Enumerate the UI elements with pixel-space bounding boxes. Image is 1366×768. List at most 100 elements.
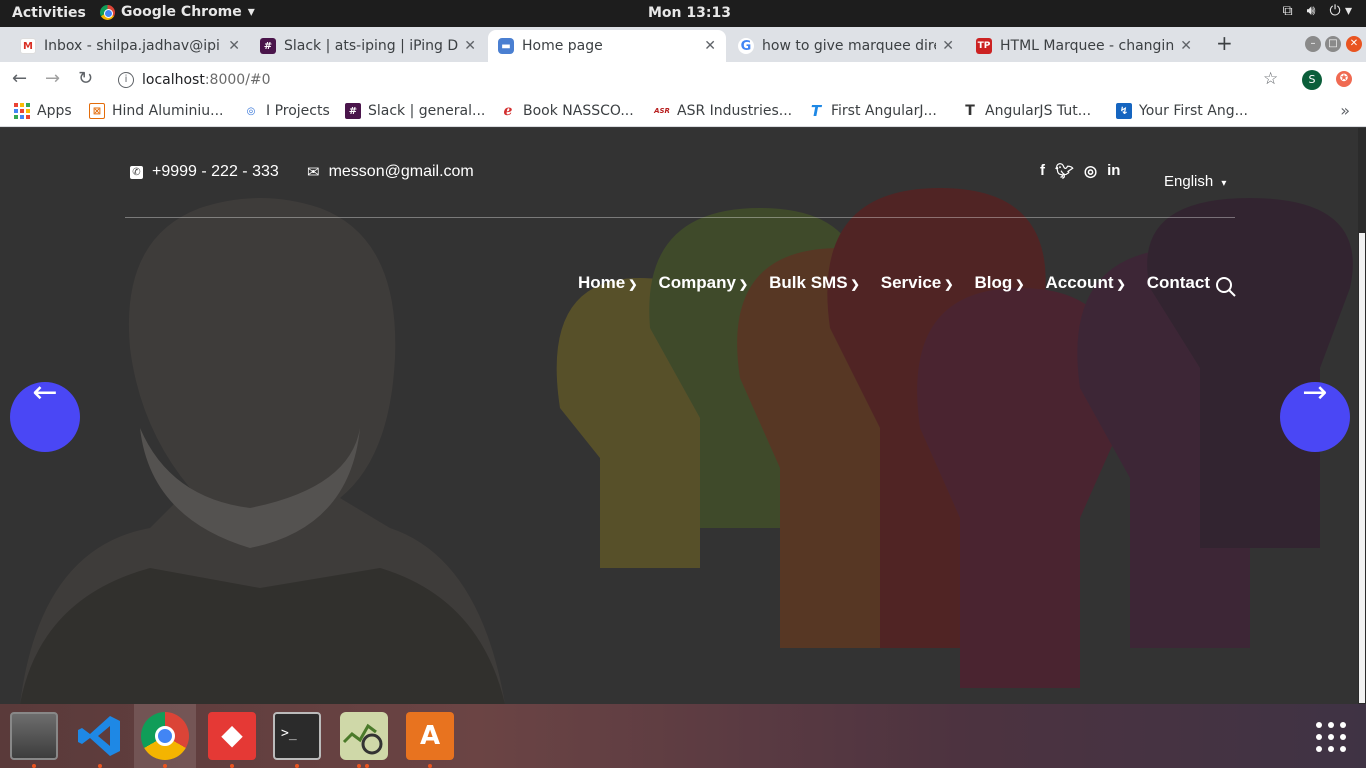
arrow-left-icon: ← — [32, 375, 58, 410]
back-icon[interactable]: ← — [12, 68, 27, 89]
app-menu[interactable]: Google Chrome ▾ — [100, 4, 255, 20]
anydesk-icon[interactable]: ◆ — [208, 712, 256, 760]
bookmark-asr-industries[interactable]: ASR ASR Industries... — [654, 103, 792, 119]
running-indicator — [295, 764, 299, 768]
bookmark-favicon: ⊠ — [89, 103, 105, 119]
close-window-icon[interactable]: ✕ — [1346, 36, 1362, 52]
profile-avatar[interactable]: S — [1302, 70, 1322, 90]
bookmark-apps[interactable]: Apps — [14, 103, 72, 119]
slider-next-button[interactable]: → — [1280, 375, 1350, 452]
bookmark-i-projects[interactable]: ◎ I Projects — [243, 103, 330, 119]
header-phone[interactable]: ✆ +9999 - 222 - 333 — [130, 163, 279, 181]
nav-bulk-sms[interactable]: Bulk SMS ❯ — [769, 273, 860, 293]
bookmark-label: I Projects — [266, 103, 330, 119]
language-label: English — [1164, 173, 1214, 190]
nav-contact[interactable]: Contact — [1147, 273, 1210, 293]
twitter-icon[interactable]: 🐦︎ — [1055, 162, 1074, 180]
nav-blog[interactable]: Blog ❯ — [974, 273, 1024, 293]
bookmark-your-first-angular[interactable]: ↯ Your First Ang... — [1116, 103, 1248, 119]
activities-button[interactable]: Activities — [12, 5, 86, 21]
close-icon[interactable]: ✕ — [228, 38, 240, 54]
more-bookmarks-icon[interactable]: » — [1340, 101, 1350, 120]
chevron-down-icon: ❯ — [1015, 279, 1025, 291]
arrow-right-icon: → — [1302, 375, 1328, 410]
gmail-icon: M — [20, 38, 36, 54]
reload-icon[interactable]: ↻ — [78, 68, 93, 89]
bookmark-label: Hind Aluminiu... — [112, 103, 224, 119]
nav-service[interactable]: Service ❯ — [881, 273, 954, 293]
instagram-icon[interactable]: ◎ — [1084, 162, 1097, 180]
slider-prev-button[interactable]: ← — [10, 375, 80, 452]
nav-label: Company — [658, 273, 736, 292]
nav-company[interactable]: Company ❯ — [658, 273, 748, 293]
tab-google-search[interactable]: G how to give marquee dire ✕ — [728, 30, 964, 62]
tab-gmail[interactable]: M Inbox - shilpa.jadhav@ipi ✕ — [10, 30, 250, 62]
system-tray[interactable]: ⧉ 🔊︎ ⏻ ▾ — [1283, 3, 1352, 19]
bookmark-slack-general[interactable]: # Slack | general... — [345, 103, 485, 119]
url-host: localhost — [142, 72, 205, 88]
extension-icon[interactable]: ✪ — [1336, 71, 1352, 87]
close-icon[interactable]: ✕ — [704, 38, 716, 54]
info-icon[interactable]: i — [118, 72, 134, 88]
forward-icon[interactable]: → — [45, 68, 60, 89]
search-icon[interactable] — [1215, 276, 1237, 298]
header-email[interactable]: ✉ messon@gmail.com — [307, 163, 474, 181]
nav-label: Contact — [1146, 273, 1210, 292]
close-icon[interactable]: ✕ — [464, 38, 476, 54]
new-tab-button[interactable]: + — [1216, 31, 1233, 55]
hero-slider: ✆ +9999 - 222 - 333 ✉ messon@gmail.com f… — [0, 128, 1358, 704]
address-bar[interactable]: i localhost:8000/#0 — [108, 65, 1288, 95]
page-scrollbar[interactable] — [1358, 128, 1366, 704]
bookmark-label: First AngularJ... — [831, 103, 937, 119]
bookmark-star-icon[interactable]: ☆ — [1263, 69, 1278, 89]
chrome-icon[interactable] — [141, 712, 189, 760]
bookmarks-bar: Apps ⊠ Hind Aluminiu... ◎ I Projects # S… — [0, 97, 1366, 127]
nav-account[interactable]: Account ❯ — [1045, 273, 1125, 293]
bookmark-label: AngularJS Tut... — [985, 103, 1092, 119]
language-select[interactable]: English ▾ — [1164, 173, 1226, 190]
bookmark-hind-aluminium[interactable]: ⊠ Hind Aluminiu... — [89, 103, 223, 119]
bookmark-favicon: ℯ — [503, 103, 513, 119]
bookmark-label: Your First Ang... — [1139, 103, 1248, 119]
close-icon[interactable]: ✕ — [1180, 38, 1192, 54]
tab-title: Home page — [522, 38, 603, 54]
nav-label: Bulk SMS — [769, 273, 848, 292]
terminal-icon[interactable]: >_ — [273, 712, 321, 760]
software-center-icon[interactable]: A — [406, 712, 454, 760]
show-applications-icon[interactable] — [1316, 722, 1346, 752]
bookmark-favicon: T — [965, 103, 975, 119]
close-icon[interactable]: ✕ — [942, 38, 954, 54]
facebook-icon[interactable]: f — [1040, 162, 1045, 180]
tab-html-marquee[interactable]: TP HTML Marquee - changing ✕ — [966, 30, 1202, 62]
apps-grid-icon — [14, 103, 30, 119]
nav-home[interactable]: Home ❯ — [578, 273, 637, 293]
bookmark-favicon: ◎ — [246, 105, 256, 117]
linkedin-icon[interactable]: in — [1107, 162, 1120, 180]
main-nav: Home ❯ Company ❯ Bulk SMS ❯ Service ❯ Blog ❯ … — [578, 273, 1231, 293]
files-icon[interactable] — [10, 712, 58, 760]
hero-overlay — [0, 128, 1358, 704]
bookmark-first-angularjs[interactable]: T First AngularJ... — [808, 102, 937, 120]
bookmark-label: Slack | general... — [368, 103, 486, 119]
app-menu-label: Google Chrome — [121, 4, 242, 20]
envelope-icon: ✉ — [307, 164, 320, 181]
bookmark-book-nassco[interactable]: ℯ Book NASSCO... — [500, 103, 634, 119]
running-indicator — [230, 764, 234, 768]
tab-slack[interactable]: # Slack | ats-iping | iPing Da ✕ — [250, 30, 486, 62]
running-indicator — [32, 764, 36, 768]
tab-title: how to give marquee dire — [762, 38, 937, 54]
scrollbar-thumb[interactable] — [1359, 233, 1365, 703]
phone-icon: ✆ — [130, 165, 143, 179]
chevron-down-icon: ❯ — [1116, 279, 1126, 291]
maximize-icon[interactable]: □ — [1325, 36, 1341, 52]
vscode-icon[interactable] — [76, 712, 124, 760]
system-monitor-icon[interactable] — [340, 712, 388, 760]
minimize-icon[interactable]: – — [1305, 36, 1321, 52]
chevron-down-icon: ❯ — [628, 279, 638, 291]
browser-toolbar: ← → ↻ i localhost:8000/#0 ☆ S ✪ — [0, 62, 1366, 97]
chevron-down-icon: ▾ — [1221, 178, 1227, 189]
clock[interactable]: Mon 13:13 — [648, 5, 731, 21]
tab-home-page[interactable]: ▬ Home page ✕ — [488, 30, 726, 62]
chat-icon: ▬ — [498, 38, 514, 54]
bookmark-angularjs-tutorial[interactable]: T AngularJS Tut... — [962, 103, 1091, 119]
